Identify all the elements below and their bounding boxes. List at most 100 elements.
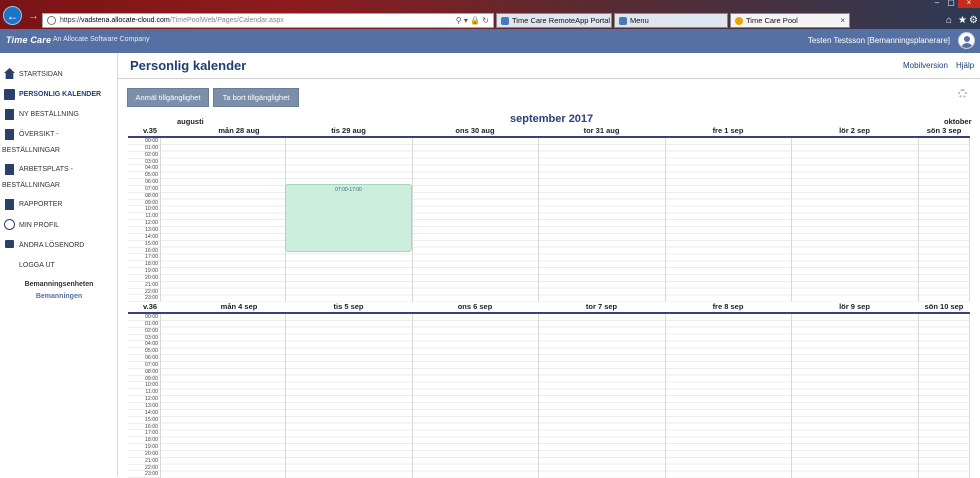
forward-button[interactable]: →: [24, 6, 43, 25]
lock-icon: [5, 240, 14, 248]
sidebar-item-label: Personlig kalender: [19, 91, 102, 98]
app-logo[interactable]: Time Care: [6, 35, 51, 45]
next-month-link[interactable]: oktober: [944, 117, 972, 126]
hour-label: 05:00: [128, 348, 160, 356]
unit-label: Bemanningsenheten: [24, 281, 94, 288]
week-number: v.36: [143, 302, 158, 311]
url-path: /TimePoolWeb/Pages/Calendar.aspx: [169, 17, 284, 24]
day-column[interactable]: [665, 314, 791, 478]
tab-menu[interactable]: Menu: [614, 13, 728, 28]
back-button[interactable]: ←: [3, 6, 22, 25]
hour-label: 01:00: [128, 145, 160, 152]
day-column[interactable]: [791, 138, 918, 302]
site-info-icon: [47, 16, 56, 25]
report-availability-button[interactable]: Anmäl tillgänglighet: [127, 88, 209, 107]
hour-label: 14:00: [128, 410, 160, 417]
hour-label: 04:00: [128, 165, 160, 173]
day-column[interactable]: [160, 138, 285, 302]
current-month-title: september 2017: [510, 113, 594, 125]
hour-label: 08:00: [128, 369, 160, 376]
address-bar[interactable]: https:// vadstena.allocate-cloud.com /Ti…: [42, 13, 494, 28]
day-column[interactable]: [665, 138, 791, 302]
hour-label: 19:00: [128, 444, 160, 451]
sidebar-item-label: Min profil: [19, 222, 60, 229]
day-header: fre 8 sep: [712, 302, 744, 311]
tab-label: Time Care RemoteApp Portal: [512, 16, 611, 25]
day-column[interactable]: [538, 138, 665, 302]
report-icon: [5, 199, 14, 210]
hour-label: 07:00: [128, 186, 160, 193]
hour-label: 11:00: [128, 213, 160, 221]
hour-label: 04:00: [128, 341, 160, 349]
day-column[interactable]: [918, 314, 970, 478]
tab-remoteapp-portal[interactable]: Time Care RemoteApp Portal: [496, 13, 612, 28]
hour-label: 18:00: [128, 261, 160, 269]
tab-close-icon[interactable]: ×: [840, 16, 845, 25]
help-link[interactable]: Hjälp: [956, 61, 974, 70]
hour-label: 12:00: [128, 396, 160, 403]
day-column[interactable]: [791, 314, 918, 478]
company-tagline: An Allocate Software Company: [53, 36, 150, 43]
user-icon: [4, 219, 15, 230]
hour-label: 05:00: [128, 172, 160, 180]
hour-label: 06:00: [128, 179, 160, 186]
title-divider: [118, 78, 980, 79]
hour-labels: 00:00 01:00 02:00 03:00 04:00 05:00 06:00 07:00…: [128, 138, 160, 303]
calendar-icon: [4, 89, 15, 100]
hour-label: 17:00: [128, 430, 160, 438]
hour-label: 15:00: [128, 417, 160, 424]
page-title: Personlig kalender: [130, 58, 247, 73]
hour-label: 10:00: [128, 206, 160, 214]
day-column[interactable]: [285, 314, 412, 478]
remove-availability-button[interactable]: Ta bort tillgänglighet: [213, 88, 299, 107]
window-close-button[interactable]: ×: [958, 0, 980, 8]
hour-labels: 00:00 01:00 02:00 03:00 04:00 05:00 06:00 07:00…: [128, 314, 160, 478]
hour-label: 19:00: [128, 268, 160, 275]
address-tools[interactable]: ⚲ ▾ 🔒 ↻: [456, 16, 493, 25]
tab-time-care-pool[interactable]: Time Care Pool ×: [730, 13, 850, 28]
favorites-star-icon[interactable]: ★: [958, 15, 967, 26]
browser-settings-gear-icon[interactable]: ⚙: [969, 15, 978, 26]
document-icon: [5, 164, 14, 175]
window-minimize-button[interactable]: –: [930, 0, 944, 8]
document-icon: [5, 129, 14, 140]
home-icon[interactable]: ⌂: [946, 15, 952, 26]
hour-label: 21:00: [128, 458, 160, 465]
day-header: tis 29 aug: [331, 126, 366, 135]
main-content: Personlig kalender Mobilversion Hjälp An…: [118, 53, 980, 478]
hour-label: 02:00: [128, 328, 160, 335]
user-avatar-icon[interactable]: [958, 32, 975, 49]
prev-month-link[interactable]: augusti: [177, 117, 204, 126]
hour-label: 06:00: [128, 355, 160, 362]
day-header: sön 10 sep: [924, 302, 964, 311]
arrow-left-icon: ←: [6, 8, 19, 23]
day-column[interactable]: [918, 138, 970, 302]
day-header: sön 3 sep: [926, 126, 962, 135]
hour-label: 01:00: [128, 321, 160, 328]
day-column[interactable]: [412, 314, 538, 478]
tab-favicon-icon: [501, 16, 509, 25]
sidebar-item-label: Rapporter: [19, 201, 63, 208]
window-maximize-button[interactable]: ▢: [944, 0, 958, 8]
hour-label: 00:00: [128, 138, 160, 145]
tab-favicon-icon: [735, 16, 743, 25]
tab-favicon-icon: [619, 16, 627, 25]
hour-label: 20:00: [128, 275, 160, 282]
unit-value-link[interactable]: Bemanningen: [0, 293, 118, 300]
day-column[interactable]: [538, 314, 665, 478]
sidebar-item-label: Logga ut: [19, 262, 55, 269]
hour-label: 22:00: [128, 289, 160, 296]
hour-label: 13:00: [128, 403, 160, 410]
settings-gear-icon[interactable]: [958, 89, 967, 98]
day-column[interactable]: [160, 314, 285, 478]
hour-label: 09:00: [128, 200, 160, 207]
url-prefix: https://: [60, 17, 82, 24]
hour-label: 08:00: [128, 193, 160, 200]
tab-label: Time Care Pool: [746, 16, 798, 25]
sidebar-item-label-line2: beställningar: [2, 182, 60, 189]
availability-event[interactable]: 07:00-17:00: [285, 184, 412, 252]
day-header: ons 6 sep: [457, 302, 493, 311]
mobile-version-link[interactable]: Mobilversion: [903, 61, 948, 70]
day-column[interactable]: [412, 138, 538, 302]
hour-label: 16:00: [128, 248, 160, 255]
